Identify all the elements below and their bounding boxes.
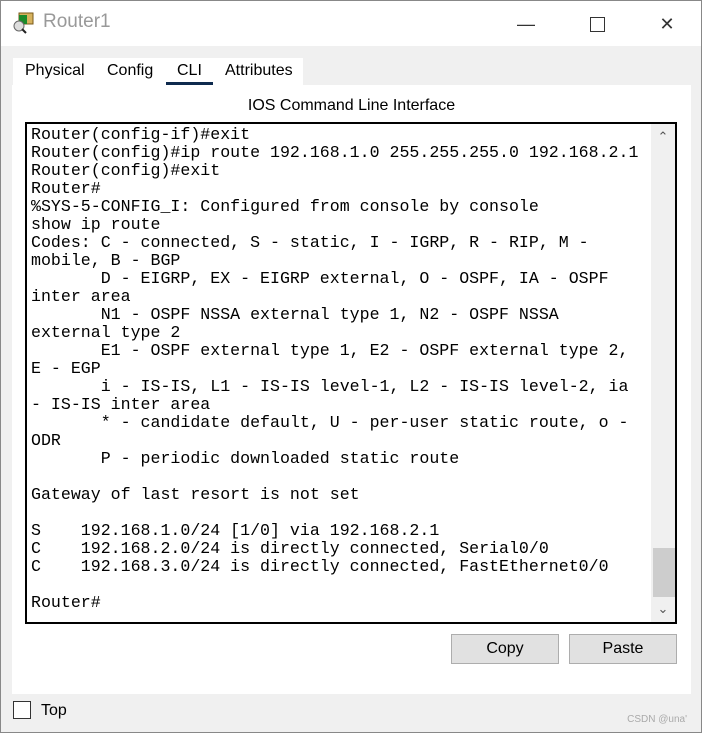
terminal-line: E1 - OSPF external type 1, E2 - OSPF ext… [31, 341, 629, 360]
maximize-button[interactable] [574, 9, 620, 39]
terminal-line: i - IS-IS, L1 - IS-IS level-1, L2 - IS-I… [31, 377, 629, 396]
top-checkbox[interactable] [13, 701, 31, 719]
terminal-line: Router(config)#exit [31, 161, 221, 180]
terminal-line: E - EGP [31, 359, 101, 378]
terminal-line: inter area [31, 287, 131, 306]
close-icon: ✕ [659, 13, 675, 34]
terminal-line: - IS-IS inter area [31, 395, 211, 414]
terminal-line: external type 2 [31, 323, 181, 342]
terminal-line: Router# [31, 179, 101, 198]
terminal-line: Router(config)#ip route 192.168.1.0 255.… [31, 143, 639, 162]
terminal-output[interactable]: Router(config-if)#exit Router(config)#ip … [31, 126, 651, 612]
cli-terminal[interactable]: Router(config-if)#exit Router(config)#ip … [25, 122, 677, 624]
terminal-line: S 192.168.1.0/24 [1/0] via 192.168.2.1 [31, 521, 440, 540]
maximize-icon [589, 16, 605, 32]
cli-heading: IOS Command Line Interface [247, 97, 456, 114]
terminal-line: show ip route [31, 215, 161, 234]
paste-button[interactable]: Paste [569, 634, 677, 664]
scroll-down-icon[interactable]: ⌄ [651, 598, 675, 620]
terminal-line: %SYS-5-CONFIG_I: Configured from console… [31, 197, 539, 216]
terminal-line: C 192.168.2.0/24 is directly connected, … [31, 539, 549, 558]
cli-panel: IOS Command Line Interface Router(config… [12, 85, 691, 694]
tab-bar: Physical Config CLI Attributes [13, 58, 303, 86]
terminal-line: Router# [31, 593, 101, 612]
terminal-line: N1 - OSPF NSSA external type 1, N2 - OSP… [31, 305, 559, 324]
router-app-icon [13, 12, 34, 34]
terminal-line: Gateway of last resort is not set [31, 485, 360, 504]
tab-cli[interactable]: CLI [166, 62, 213, 86]
terminal-line: * - candidate default, U - per-user stat… [31, 413, 629, 432]
scroll-up-icon[interactable]: ⌃ [651, 126, 675, 148]
terminal-line: D - EIGRP, EX - EIGRP external, O - OSPF… [31, 269, 609, 288]
scrollbar[interactable]: ⌃ ⌄ [651, 124, 675, 622]
tab-physical[interactable]: Physical [25, 62, 85, 80]
title-bar: Router1 — ✕ [1, 1, 701, 46]
tab-config[interactable]: Config [107, 62, 153, 80]
terminal-line: Codes: C - connected, S - static, I - IG… [31, 233, 589, 252]
minimize-button[interactable]: — [503, 9, 549, 39]
terminal-line: mobile, B - BGP [31, 251, 181, 270]
terminal-line: Router(config-if)#exit [31, 125, 251, 144]
minimize-icon: — [517, 13, 535, 34]
terminal-line: P - periodic downloaded static route [31, 449, 460, 468]
terminal-line: ODR [31, 431, 61, 450]
close-button[interactable]: ✕ [644, 9, 690, 39]
copy-button[interactable]: Copy [451, 634, 559, 664]
scrollbar-thumb[interactable] [653, 548, 675, 597]
terminal-line: C 192.168.3.0/24 is directly connected, … [31, 557, 609, 576]
tab-attributes[interactable]: Attributes [225, 62, 293, 80]
top-label: Top [41, 702, 67, 719]
window-title: Router1 [43, 11, 111, 32]
watermark: CSDN @una' [627, 714, 687, 725]
